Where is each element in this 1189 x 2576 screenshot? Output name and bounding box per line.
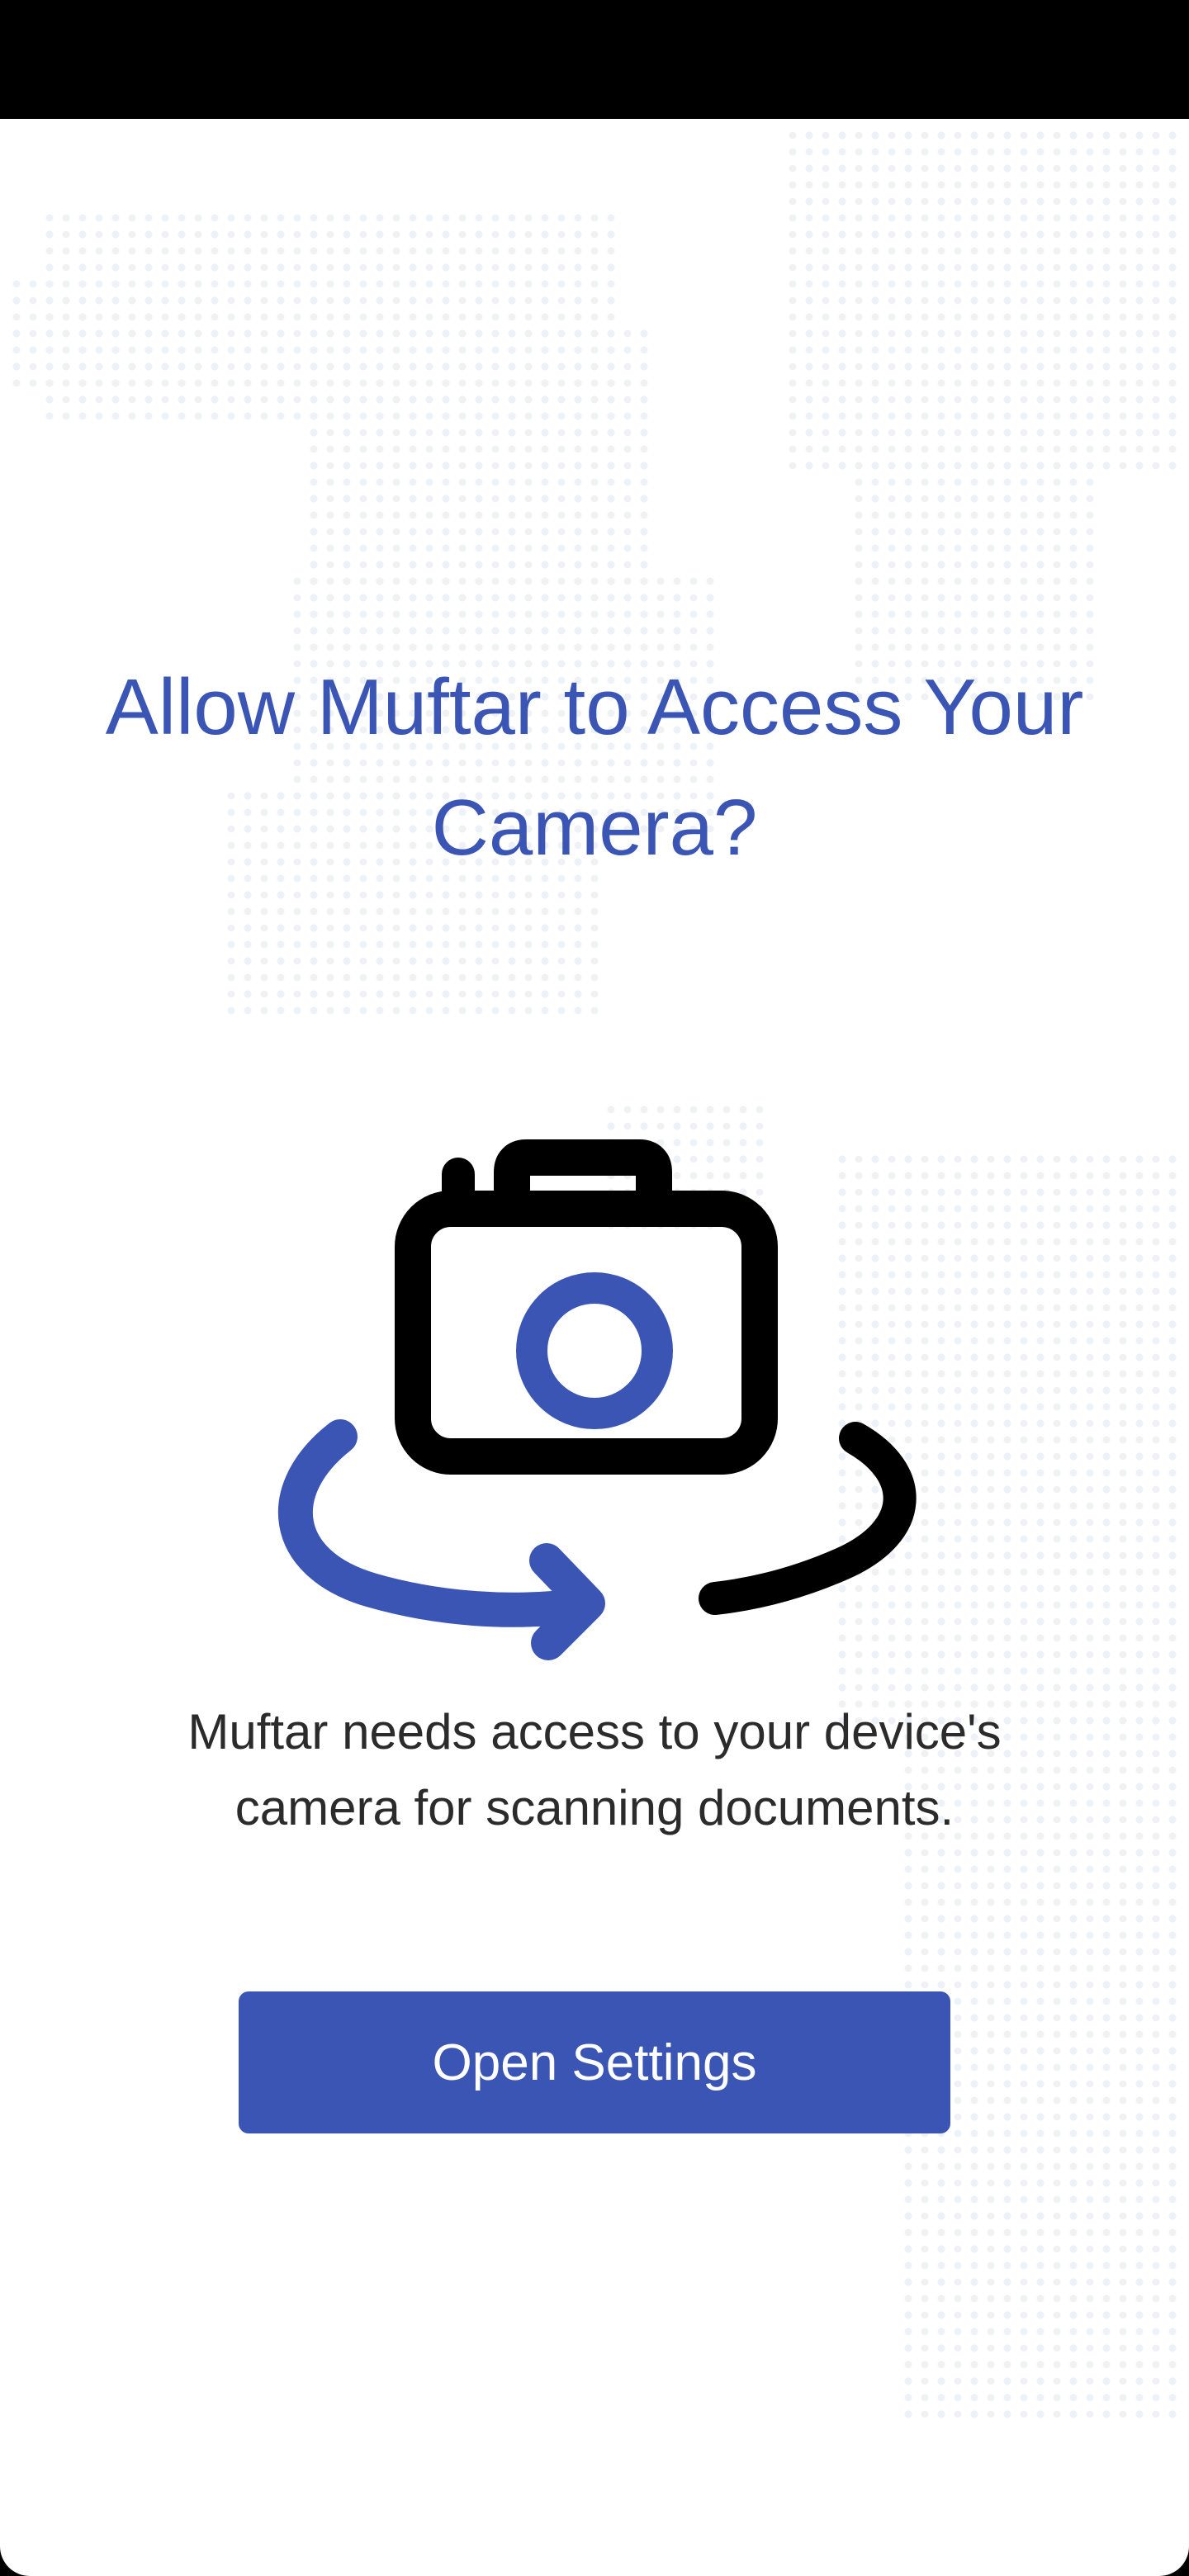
camera-lens (516, 1272, 673, 1429)
permission-screen: Allow Muftar to Access Your Camera? Muft… (0, 119, 1189, 2576)
screen: Allow Muftar to Access Your Camera? Muft… (0, 0, 1189, 2576)
status-bar (0, 0, 1189, 119)
page-title: Allow Muftar to Access Your Camera? (105, 663, 1084, 872)
open-settings-button[interactable]: Open Settings (239, 1991, 950, 2133)
permission-description: Muftar needs access to your device's cam… (187, 1704, 1002, 1835)
camera-rotate-icon (277, 1139, 917, 1660)
